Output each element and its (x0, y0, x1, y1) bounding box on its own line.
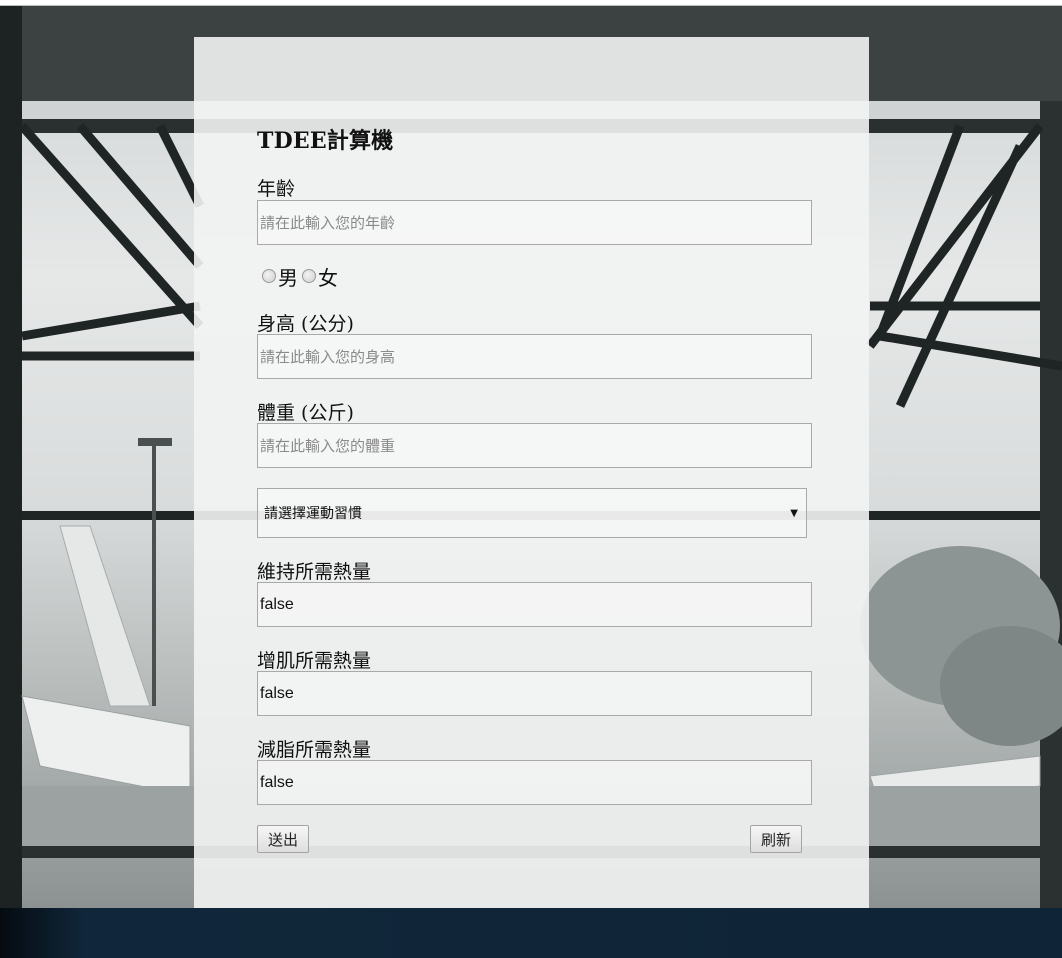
cut-calories-field[interactable] (257, 760, 812, 805)
age-label: 年齡 (257, 178, 296, 200)
maintain-calories-label: 維持所需熱量 (257, 561, 372, 583)
female-radio[interactable] (302, 269, 316, 283)
maintain-calories-field[interactable] (257, 582, 812, 627)
footer-band (0, 908, 1062, 958)
submit-button[interactable]: 送出 (257, 825, 310, 853)
male-radio[interactable] (262, 269, 276, 283)
bulk-calories-label: 增肌所需熱量 (257, 650, 372, 672)
activity-select[interactable]: 請選擇運動習慣 ▼ (257, 488, 807, 538)
calculator-panel: TDEE計算機 年齡 男 女 身高 (公分) 體重 (公斤) 請選擇運動習慣 ▼… (194, 37, 869, 908)
cut-calories-label: 減脂所需熱量 (257, 739, 372, 761)
age-input[interactable] (257, 200, 812, 245)
weight-label: 體重 (公斤) (257, 402, 354, 424)
height-input[interactable] (257, 334, 812, 379)
chevron-down-icon: ▼ (790, 507, 798, 519)
page: TDEE計算機 年齡 男 女 身高 (公分) 體重 (公斤) 請選擇運動習慣 ▼… (0, 0, 1062, 958)
activity-select-value: 請選擇運動習慣 (264, 506, 362, 522)
female-label: 女 (318, 265, 338, 290)
refresh-button[interactable]: 刷新 (750, 825, 803, 853)
male-label: 男 (278, 265, 298, 290)
bulk-calories-field[interactable] (257, 671, 812, 716)
page-title: TDEE計算機 (257, 128, 394, 154)
height-label: 身高 (公分) (257, 313, 354, 335)
gender-radio-group: 男 女 (262, 265, 342, 290)
weight-input[interactable] (257, 423, 812, 468)
